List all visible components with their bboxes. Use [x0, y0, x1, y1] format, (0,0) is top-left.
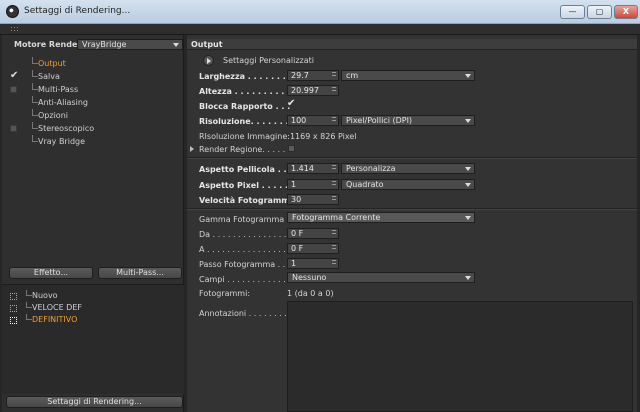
from-frame-input[interactable]: 0 F — [287, 228, 339, 239]
from-label: Da . . . . . . . . . . . . . . . . — [199, 230, 292, 239]
tree-item-antialiasing[interactable]: Anti-Aliasing — [2, 96, 184, 109]
tree-item-label: Multi-Pass — [38, 85, 79, 94]
fields-label: Campi . . . . . . . . . . . . . — [199, 275, 291, 284]
preset-icon — [10, 305, 17, 312]
chevron-down-icon — [465, 167, 471, 171]
effect-button[interactable]: Effetto... — [9, 267, 93, 279]
preset-list: Nuovo VELOCE DEF DEFINITIVO — [2, 284, 184, 394]
image-resolution-text: RIsoluzione Immagine:1169 x 826 Pixel — [199, 132, 357, 141]
grip-handle-icon[interactable] — [10, 26, 18, 33]
chevron-down-icon — [173, 43, 179, 47]
tree-item-label: Anti-Aliasing — [38, 98, 88, 107]
tree-item-save[interactable]: ✔ Salva — [2, 70, 184, 83]
preset-label: Nuovo — [32, 291, 58, 300]
menu-strip — [0, 24, 640, 35]
film-aspect-label: Aspetto Pellicola . . . . — [199, 165, 299, 174]
chevron-down-icon — [465, 276, 471, 280]
tree-item-label: Salva — [38, 72, 60, 81]
divider — [187, 157, 637, 158]
tree-item-stereoscopic[interactable]: Stereoscopico — [2, 122, 184, 135]
checkbox[interactable] — [10, 86, 17, 93]
minimize-button[interactable]: — — [560, 5, 585, 19]
frame-rate-label: Velocità Fotogramma — [199, 196, 296, 205]
maximize-button[interactable]: ▢ — [587, 5, 612, 19]
preset-item-final[interactable]: DEFINITIVO — [2, 314, 184, 326]
to-frame-input[interactable]: 0 F — [287, 243, 339, 254]
chevron-down-icon — [465, 216, 471, 220]
render-region-label: Render Regione. . . . . — [199, 145, 286, 154]
lock-ratio-label: Blocca Rapporto . . . — [199, 102, 291, 111]
notes-textarea[interactable] — [287, 301, 633, 412]
resolution-unit-dropdown[interactable]: Pixel/Pollici (DPI) — [341, 115, 475, 126]
resolution-label: Risoluzione. . . . . . . . — [199, 117, 295, 126]
tree-item-label: Output — [38, 59, 66, 68]
chevron-down-icon — [465, 119, 471, 123]
resolution-input[interactable]: 100 — [287, 115, 339, 126]
width-unit-value: cm — [346, 71, 359, 80]
tree-item-multipass[interactable]: Multi-Pass — [2, 83, 184, 96]
preset-icon — [10, 317, 17, 324]
height-input[interactable]: 20.997 — [287, 85, 339, 96]
frames-label: Fotogrammi: — [199, 289, 251, 298]
tree-item-output[interactable]: Output — [2, 57, 184, 70]
film-aspect-mode-value: Personalizza — [346, 164, 396, 173]
checkmark-icon[interactable]: ✔ — [10, 69, 18, 82]
preset-label: VELOCE DEF — [32, 303, 82, 312]
window-title: Settaggi di Rendering... — [24, 6, 131, 16]
tree-item-label: Stereoscopico — [38, 124, 95, 133]
preset-label: DEFINITIVO — [32, 315, 78, 324]
frame-step-label: Passo Fotogramma . . — [199, 260, 286, 269]
app-logo-icon — [6, 5, 19, 18]
frame-rate-input[interactable]: 30 — [287, 194, 339, 205]
settings-tree: Output ✔ Salva Multi-Pass Anti-Aliasing … — [2, 57, 184, 148]
pixel-aspect-mode-value: Quadrato — [346, 180, 384, 189]
expand-arrow-icon[interactable] — [190, 146, 194, 152]
width-unit-dropdown[interactable]: cm — [341, 70, 475, 81]
play-icon[interactable] — [203, 55, 214, 66]
preset-icon — [10, 293, 17, 300]
chevron-down-icon — [465, 74, 471, 78]
divider — [187, 208, 637, 209]
notes-label: Annotazioni . . . . . . . . — [199, 309, 287, 318]
fields-dropdown[interactable]: Nessuno — [287, 272, 475, 283]
render-engine-label: Motore Render — [14, 40, 82, 49]
tree-item-options[interactable]: Opzioni — [2, 109, 184, 122]
custom-settings-label: Settaggi Personalizzati — [223, 56, 314, 65]
frame-range-dropdown[interactable]: Fotogramma Corrente — [287, 212, 475, 223]
film-aspect-input[interactable]: 1.414 — [287, 163, 339, 174]
close-button[interactable]: X — [614, 5, 638, 19]
tree-item-label: Vray Bridge — [38, 137, 86, 146]
resolution-unit-value: Pixel/Pollici (DPI) — [346, 116, 413, 125]
lock-ratio-checkbox[interactable]: ✔ — [287, 98, 295, 109]
tree-item-label: Opzioni — [38, 111, 68, 120]
chevron-down-icon — [465, 183, 471, 187]
frame-range-label: Gamma Fotogramma — [199, 215, 285, 224]
width-input[interactable]: 29.7 — [287, 70, 339, 81]
render-engine-value: VrayBridge — [82, 40, 127, 49]
pixel-aspect-label: Aspetto Pixel . . . . . . — [199, 181, 294, 190]
checkbox[interactable] — [10, 125, 17, 132]
pixel-aspect-dropdown[interactable]: Quadrato — [341, 179, 475, 190]
pixel-aspect-input[interactable]: 1 — [287, 179, 339, 190]
fields-value: Nessuno — [292, 273, 327, 282]
render-engine-dropdown[interactable]: VrayBridge — [77, 39, 183, 50]
tree-item-vraybridge[interactable]: Vray Bridge — [2, 135, 184, 148]
frames-value: 1 (da 0 a 0) — [287, 289, 334, 298]
render-settings-button[interactable]: Settaggi di Rendering... — [6, 396, 183, 408]
preset-item-new[interactable]: Nuovo — [2, 290, 184, 302]
section-title: Output — [187, 39, 637, 50]
output-settings-panel: Output Settaggi Personalizzati Larghezza… — [187, 35, 637, 412]
frame-step-input[interactable]: 1 — [287, 258, 339, 269]
render-region-checkbox[interactable] — [288, 145, 295, 152]
film-aspect-dropdown[interactable]: Personalizza — [341, 163, 475, 174]
title-bar: Settaggi di Rendering... — ▢ X — [0, 0, 640, 24]
to-label: A . . . . . . . . . . . . . . . . . — [199, 245, 291, 254]
preset-item-fast[interactable]: VELOCE DEF — [2, 302, 184, 314]
frame-range-value: Fotogramma Corrente — [292, 213, 381, 222]
multipass-button[interactable]: Multi-Pass... — [98, 267, 182, 279]
